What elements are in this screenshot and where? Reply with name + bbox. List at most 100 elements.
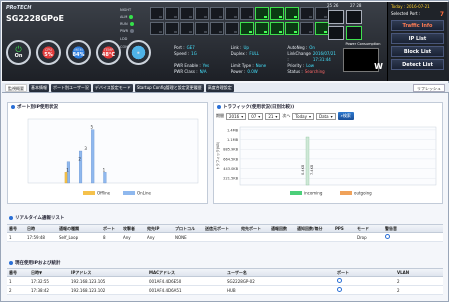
table-cell: 001AF4.4D6A51 [149,287,182,293]
port-11[interactable] [300,7,314,20]
bar-offline [64,172,68,184]
port-17[interactable] [210,22,224,35]
table-cell: 192.168.123.102 [71,287,106,293]
data-label: 1 [66,167,69,172]
menu-bar: 監視概要 基本情報 ポート別ユーザー況 デバイス設定モード Startup Co… [2,83,449,93]
port-18[interactable] [225,22,239,35]
column-header[interactable]: 警告音 [383,226,443,232]
table-cell [335,278,395,284]
port-10[interactable] [285,7,299,20]
column-header[interactable]: 日時▼ [29,270,69,276]
ip-title: 現在使用IPおよび統計 [6,259,60,267]
detect-list-button[interactable]: Detect List [391,59,444,70]
column-header[interactable]: 番号 [7,226,25,232]
port-9[interactable] [270,7,284,20]
port-14[interactable] [165,22,179,35]
legend-label: Offline [97,191,111,196]
column-header[interactable]: 日時 [25,226,57,232]
port-ip-chart: 12351Offline OnLine [27,118,199,196]
port-12[interactable] [315,7,329,20]
data-label: 2 [78,157,81,162]
table-row[interactable]: 2 17:38:42 192.168.123.102 001AF4.4D6A51 HUB… [7,286,443,295]
power-gauge: ⏻ On [6,40,31,65]
column-header[interactable]: ポート [101,226,121,232]
sfp-port-27[interactable] [328,26,344,40]
find-button[interactable]: ⌕検索 [337,112,354,120]
fan-gauge: ✺ [126,40,151,65]
legend-swatch [290,191,302,195]
sfp-port-25[interactable] [328,10,344,24]
ip-list-button[interactable]: IP List [391,33,444,44]
traffic-title: トラフィック(使用状況(日別比較)) [214,103,442,111]
port-15[interactable] [180,22,194,35]
menu-startup-config[interactable]: Startup Config管理と設定変更履歴 [134,83,204,92]
cpu-gauge: CPU 5% [36,40,61,65]
legend-swatch [340,191,352,195]
port-1[interactable] [150,7,164,20]
menu-advanced[interactable]: 高度合理設定 [205,83,234,92]
column-header[interactable]: 攻撃者 [121,226,145,232]
column-header[interactable]: 通知回数/毎分 [295,226,333,232]
sfp-port-26[interactable] [346,10,362,24]
port-7[interactable] [240,7,254,20]
column-header[interactable]: プロトコル [173,226,203,232]
legend-label: OnLine [137,191,152,196]
table-cell: 17:38:42 [31,287,49,293]
port-2[interactable] [165,7,179,20]
menu-port-users[interactable]: ポート別ユーザー況 [51,83,91,92]
menu-basic-info[interactable]: 基本情報 [29,83,49,92]
year-select[interactable]: 2016 ▾ [226,112,247,120]
column-header[interactable]: 番号 [7,270,29,276]
port-5[interactable] [210,7,224,20]
column-header[interactable]: PPS [333,226,355,231]
table-row[interactable]: 1 17:59:48 Self_Loop 8 Any Any NONE Drop [7,233,443,242]
port-16[interactable] [195,22,209,35]
mode-select[interactable]: Today ▾ [292,112,315,120]
column-header[interactable]: VLAN [395,270,443,275]
port-3[interactable] [180,7,194,20]
table-row[interactable]: 1 17:32:55 192.168.123.105 001AF4.4D6E50 SG2… [7,277,443,286]
menu-device-settings[interactable]: デバイス設定モード [92,83,133,92]
port-20[interactable] [255,22,269,35]
column-header[interactable]: IPアドレス [69,270,147,276]
y-tick-label: 443.0KB [223,167,238,171]
night-label: NIGHT [120,8,132,12]
column-header[interactable]: MACアドレス [147,270,225,276]
sfp-port-28[interactable] [346,26,362,40]
column-header[interactable]: 通報回数 [269,226,295,232]
detail-icon[interactable] [385,234,390,239]
selected-port: Selected Port :7 [391,11,444,18]
port-24[interactable] [315,22,329,35]
day-select[interactable]: 21 ▾ [265,112,281,120]
column-header[interactable]: ポート [335,270,395,276]
detail-icon[interactable] [337,287,342,292]
side-panel: Today : 2016-07-21 Selected Port :7 Traf… [387,2,447,81]
column-header[interactable]: 送信元ポート [203,226,239,232]
traffic-info-button[interactable]: Traffic Info [391,20,444,31]
detail-icon[interactable] [337,278,342,283]
refresh-button[interactable]: リフレッシュ [413,83,445,92]
sfp-label-2: 27 28 [350,3,362,8]
next-link[interactable]: 次へ [282,113,290,119]
column-header[interactable]: 通報の種類 [57,226,101,232]
port-22[interactable] [285,22,299,35]
port-19[interactable] [240,22,254,35]
column-header[interactable]: 宛先IP [145,226,173,232]
port-8[interactable] [255,7,269,20]
port-21[interactable] [270,22,284,35]
led-pwr: PWR [120,29,144,33]
port-6[interactable] [225,7,239,20]
block-list-button[interactable]: Block List [391,46,444,57]
port-23[interactable] [300,22,314,35]
port-4[interactable] [195,7,209,20]
column-header[interactable]: ユーザー名 [225,270,335,276]
month-select[interactable]: 07 ▾ [248,112,264,120]
info-field: Speed :1G [174,51,197,56]
chevron-down-icon: ▾ [330,113,333,119]
menu-overview[interactable]: 監視概要 [5,83,27,92]
column-header[interactable]: モード [355,226,383,232]
port-13[interactable] [150,22,164,35]
column-header[interactable]: 宛先ポート [239,226,269,232]
type-select[interactable]: Data ▾ [316,112,336,120]
port-info-grid: Port : GE7 Link : Up AutoNeg : On Speed :1G Dup… [174,45,344,75]
